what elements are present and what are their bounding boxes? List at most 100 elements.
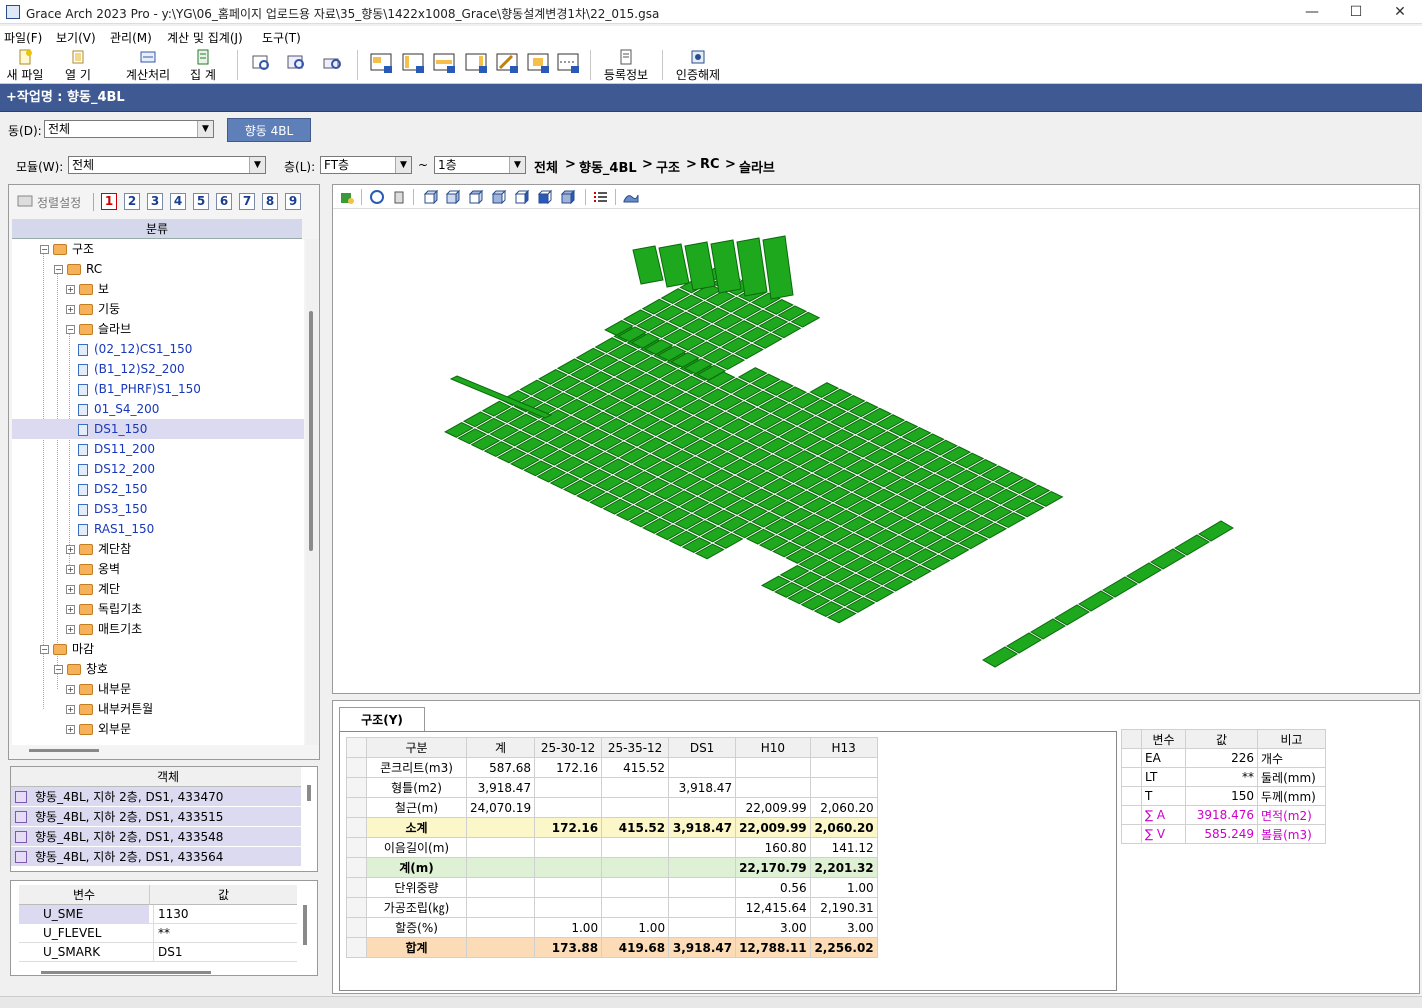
row-header[interactable] <box>1121 824 1142 844</box>
tree-node[interactable]: DS1_150 <box>12 419 304 439</box>
edit-icon[interactable] <box>496 52 520 74</box>
expand-icon[interactable]: + <box>66 565 75 574</box>
grid-row[interactable]: 콘크리트(m3) 587.68 172.16 415.52 <box>346 757 878 778</box>
expand-icon[interactable]: + <box>66 545 75 554</box>
chevron-down-icon[interactable]: ▼ <box>509 157 525 173</box>
calc-button[interactable]: 계산처리 <box>122 48 174 82</box>
grid-cell[interactable]: 172.16 <box>534 817 603 838</box>
grid-cell[interactable] <box>601 857 670 878</box>
layout-icon-6[interactable] <box>557 52 581 74</box>
grid-cell[interactable]: 2,190.31 <box>809 897 878 918</box>
grid-cell[interactable] <box>601 877 670 898</box>
maximize-button[interactable]: ☐ <box>1334 2 1378 22</box>
grid-cell[interactable] <box>465 817 536 838</box>
object-row[interactable]: 향동_4BL, 지하 2층, DS1, 433564 <box>11 847 301 867</box>
grid-cell[interactable]: 1.00 <box>601 917 670 938</box>
tree-node[interactable]: + 매트기초 <box>12 619 304 639</box>
variable-row[interactable]: U_SME 1130 <box>19 905 297 924</box>
refresh-view-icon[interactable] <box>339 189 355 205</box>
floor-to-select[interactable]: 1층 ▼ <box>434 156 526 174</box>
tree-node[interactable]: (B1_12)S2_200 <box>12 359 304 379</box>
slab-panel[interactable] <box>762 235 794 300</box>
grid-cell[interactable]: 2,060.20 <box>809 797 878 818</box>
orbit-icon[interactable] <box>369 189 385 205</box>
minimize-button[interactable]: — <box>1290 2 1334 22</box>
grid-cell[interactable]: 3,918.47 <box>668 777 737 798</box>
row-header[interactable] <box>1121 748 1142 768</box>
slab-panel[interactable] <box>1006 632 1042 654</box>
level-button-1[interactable]: 1 <box>101 193 117 210</box>
scrollbar-thumb[interactable] <box>309 311 313 551</box>
grid-cell[interactable]: 160.80 <box>735 837 811 858</box>
tree-node[interactable]: + 내부커튼월 <box>12 699 304 719</box>
tree-node[interactable]: (02_12)CS1_150 <box>12 339 304 359</box>
tree-node[interactable]: + 옹벽 <box>12 559 304 579</box>
tree-node[interactable]: DS12_200 <box>12 459 304 479</box>
hscrollbar-thumb[interactable] <box>41 971 211 974</box>
layout-icon-3[interactable] <box>433 52 457 74</box>
property-row[interactable]: ∑ V 585.249 볼륨(m3) <box>1121 824 1326 844</box>
view-right-icon[interactable] <box>537 189 553 205</box>
grid-cell[interactable] <box>601 797 670 818</box>
slab-panel[interactable] <box>1126 562 1162 584</box>
unauth-button[interactable]: 인증해제 <box>672 48 724 82</box>
level-button-3[interactable]: 3 <box>147 193 163 210</box>
tree-node[interactable]: DS3_150 <box>12 499 304 519</box>
grid-cell[interactable] <box>465 917 536 938</box>
expand-icon[interactable]: + <box>66 705 75 714</box>
grid-cell[interactable]: 3,918.47 <box>465 777 536 798</box>
tree-node[interactable]: DS11_200 <box>12 439 304 459</box>
level-button-5[interactable]: 5 <box>193 193 209 210</box>
tree-hscrollbar[interactable] <box>29 749 99 752</box>
grid-cell[interactable]: 0.56 <box>735 877 811 898</box>
tree-node[interactable]: + 외부문 <box>12 719 304 739</box>
row-header[interactable] <box>346 897 367 918</box>
expand-icon[interactable]: + <box>66 305 75 314</box>
row-header[interactable] <box>346 777 367 798</box>
row-header[interactable] <box>1121 805 1142 825</box>
level-button-6[interactable]: 6 <box>216 193 232 210</box>
slab-panel[interactable] <box>1150 548 1186 570</box>
tree-node[interactable]: − 마감 <box>12 639 304 659</box>
tab-dong[interactable]: 향동 4BL <box>227 118 311 142</box>
tree-node[interactable]: − 창호 <box>12 659 304 679</box>
object-row[interactable]: 향동_4BL, 지하 2층, DS1, 433470 <box>11 787 301 807</box>
expand-icon[interactable]: + <box>66 605 75 614</box>
grid-cell[interactable]: 415.52 <box>601 817 670 838</box>
grid-cell[interactable] <box>601 897 670 918</box>
grid-cell[interactable] <box>668 757 737 778</box>
tree-node[interactable]: (B1_PHRF)S1_150 <box>12 379 304 399</box>
tree-node[interactable]: + 계단 <box>12 579 304 599</box>
tab-structure[interactable]: 구조(Y) <box>339 707 425 731</box>
property-row[interactable]: T 150 두께(mm) <box>1121 786 1326 806</box>
grid-cell[interactable]: 12,415.64 <box>735 897 811 918</box>
grid-cell[interactable] <box>465 937 536 958</box>
grid-cell[interactable] <box>601 777 670 798</box>
open-button[interactable]: 열 기 <box>58 48 98 82</box>
grid-cell[interactable] <box>735 777 811 798</box>
tree-node[interactable]: + 보 <box>12 279 304 299</box>
menu-tools[interactable]: 도구(T) <box>262 29 301 46</box>
view-side-icon[interactable] <box>468 189 484 205</box>
expand-icon[interactable]: + <box>66 685 75 694</box>
grid-cell[interactable] <box>735 757 811 778</box>
grid-row[interactable]: 합계 173.88 419.68 3,918.47 12,788.11 2,256.02 <box>346 937 878 958</box>
search-view-icon[interactable] <box>287 54 307 72</box>
grid-cell[interactable] <box>534 837 603 858</box>
preview-icon[interactable] <box>252 54 272 72</box>
grid-cell[interactable]: 3,918.47 <box>668 817 737 838</box>
row-header[interactable] <box>1121 767 1142 787</box>
level-button-4[interactable]: 4 <box>170 193 186 210</box>
collapse-icon[interactable]: − <box>66 325 75 334</box>
row-header[interactable] <box>346 917 367 938</box>
menu-view[interactable]: 보기(V) <box>56 29 96 46</box>
grid-cell[interactable] <box>668 917 737 938</box>
grid-cell[interactable] <box>534 797 603 818</box>
close-button[interactable]: ✕ <box>1378 2 1422 22</box>
expand-icon[interactable]: + <box>66 285 75 294</box>
grid-cell[interactable]: 2,256.02 <box>809 937 878 958</box>
row-header[interactable] <box>346 937 367 958</box>
list-icon[interactable] <box>593 189 609 205</box>
grid-cell[interactable] <box>534 857 603 878</box>
grid-cell[interactable]: 24,070.19 <box>465 797 536 818</box>
